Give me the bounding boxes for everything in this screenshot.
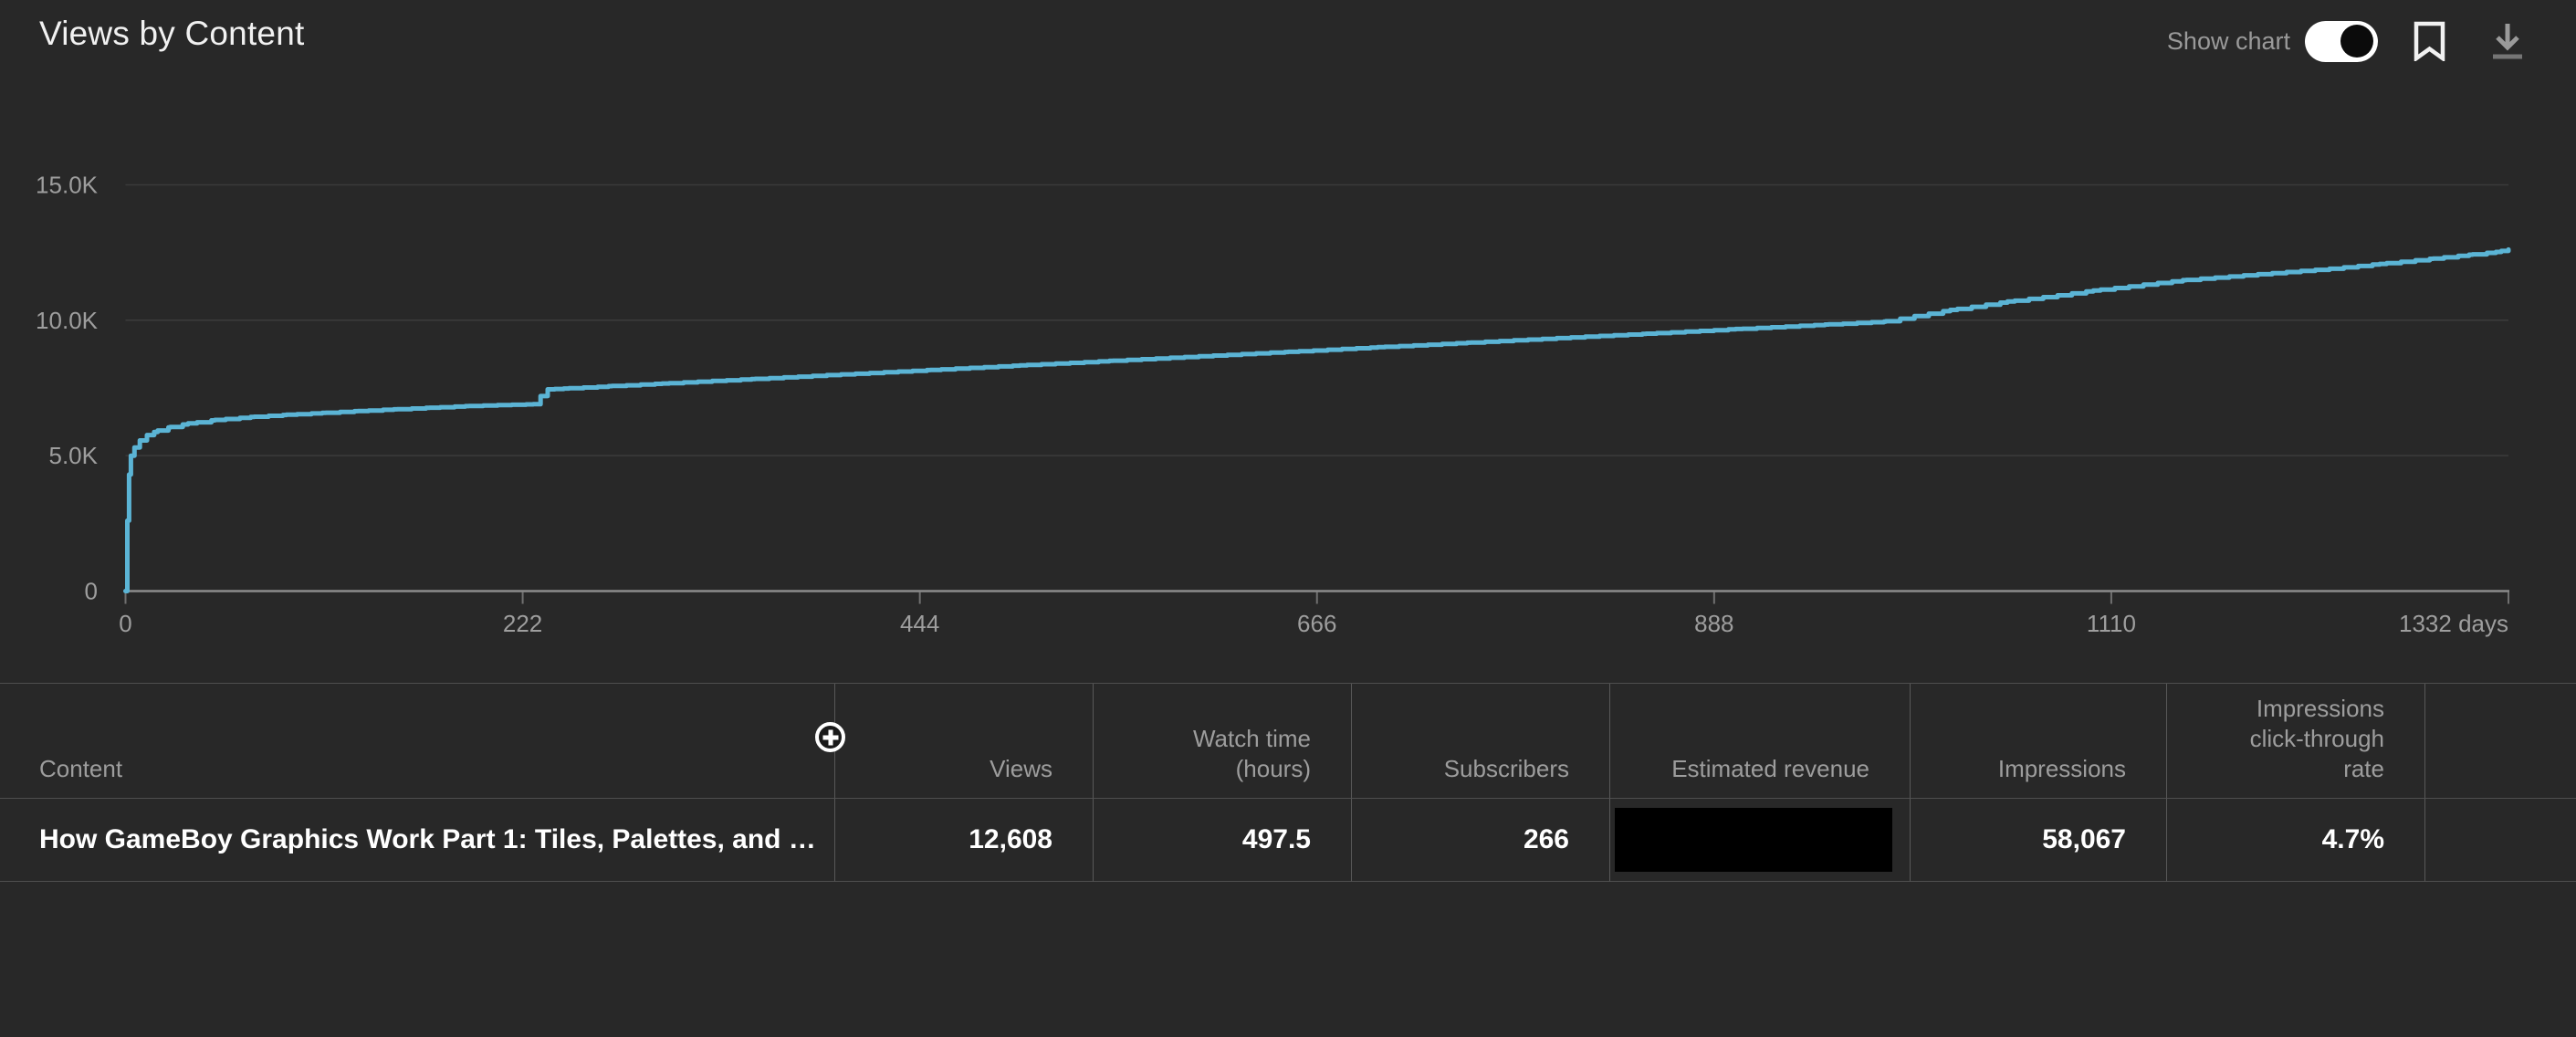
column-header-spacer — [2424, 684, 2576, 799]
analytics-panel: Views by Content Show chart 05.0K10.0K15… — [0, 0, 2576, 1037]
plus-icon — [822, 728, 840, 747]
svg-text:15.0K: 15.0K — [36, 171, 99, 198]
column-header-content[interactable]: Content — [0, 684, 834, 799]
svg-text:444: 444 — [900, 610, 939, 637]
svg-text:1332 days: 1332 days — [2399, 610, 2508, 637]
ctr-cell: 4.7% — [2166, 799, 2424, 882]
add-metric-button[interactable] — [815, 722, 845, 752]
svg-text:5.0K: 5.0K — [49, 442, 99, 469]
svg-text:0: 0 — [85, 578, 98, 605]
estimated-revenue-cell — [1609, 799, 1910, 882]
column-header-views[interactable]: Views — [834, 684, 1093, 799]
subscribers-cell: 266 — [1351, 799, 1609, 882]
watch-time-cell: 497.5 — [1093, 799, 1351, 882]
svg-text:10.0K: 10.0K — [36, 307, 99, 334]
chart-y-axis-labels: 0 5.0K 10.0K 15.0K — [36, 171, 99, 604]
chart-x-ticks — [126, 592, 2509, 604]
column-header-impressions[interactable]: Impressions — [1910, 684, 2166, 799]
redacted-value — [1615, 808, 1892, 872]
views-line-chart[interactable]: 0 5.0K 10.0K 15.0K 0 222 444 666 888 1110 1332 day… — [0, 0, 2576, 683]
column-header-subscribers[interactable]: Subscribers — [1351, 684, 1609, 799]
row-spacer — [2424, 799, 2576, 882]
svg-text:222: 222 — [503, 610, 542, 637]
chart-series-line — [126, 249, 2509, 591]
chart-x-axis-labels: 0 222 444 666 888 1110 1332 days — [119, 610, 2508, 637]
impressions-cell: 58,067 — [1910, 799, 2166, 882]
svg-text:0: 0 — [119, 610, 131, 637]
column-header-estimated-revenue[interactable]: Estimated revenue — [1609, 684, 1910, 799]
chart-gridlines — [126, 184, 2509, 456]
content-table: Content Views Watch time (hours) Subscri… — [0, 683, 2576, 882]
video-title-cell[interactable]: How GameBoy Graphics Work Part 1: Tiles,… — [0, 799, 834, 882]
svg-text:888: 888 — [1694, 610, 1733, 637]
svg-text:666: 666 — [1297, 610, 1336, 637]
column-header-impressions-ctr[interactable]: Impressions click-through rate — [2166, 684, 2424, 799]
views-cell: 12,608 — [834, 799, 1093, 882]
column-header-watch-time[interactable]: Watch time (hours) — [1093, 684, 1351, 799]
svg-text:1110: 1110 — [2087, 610, 2136, 637]
